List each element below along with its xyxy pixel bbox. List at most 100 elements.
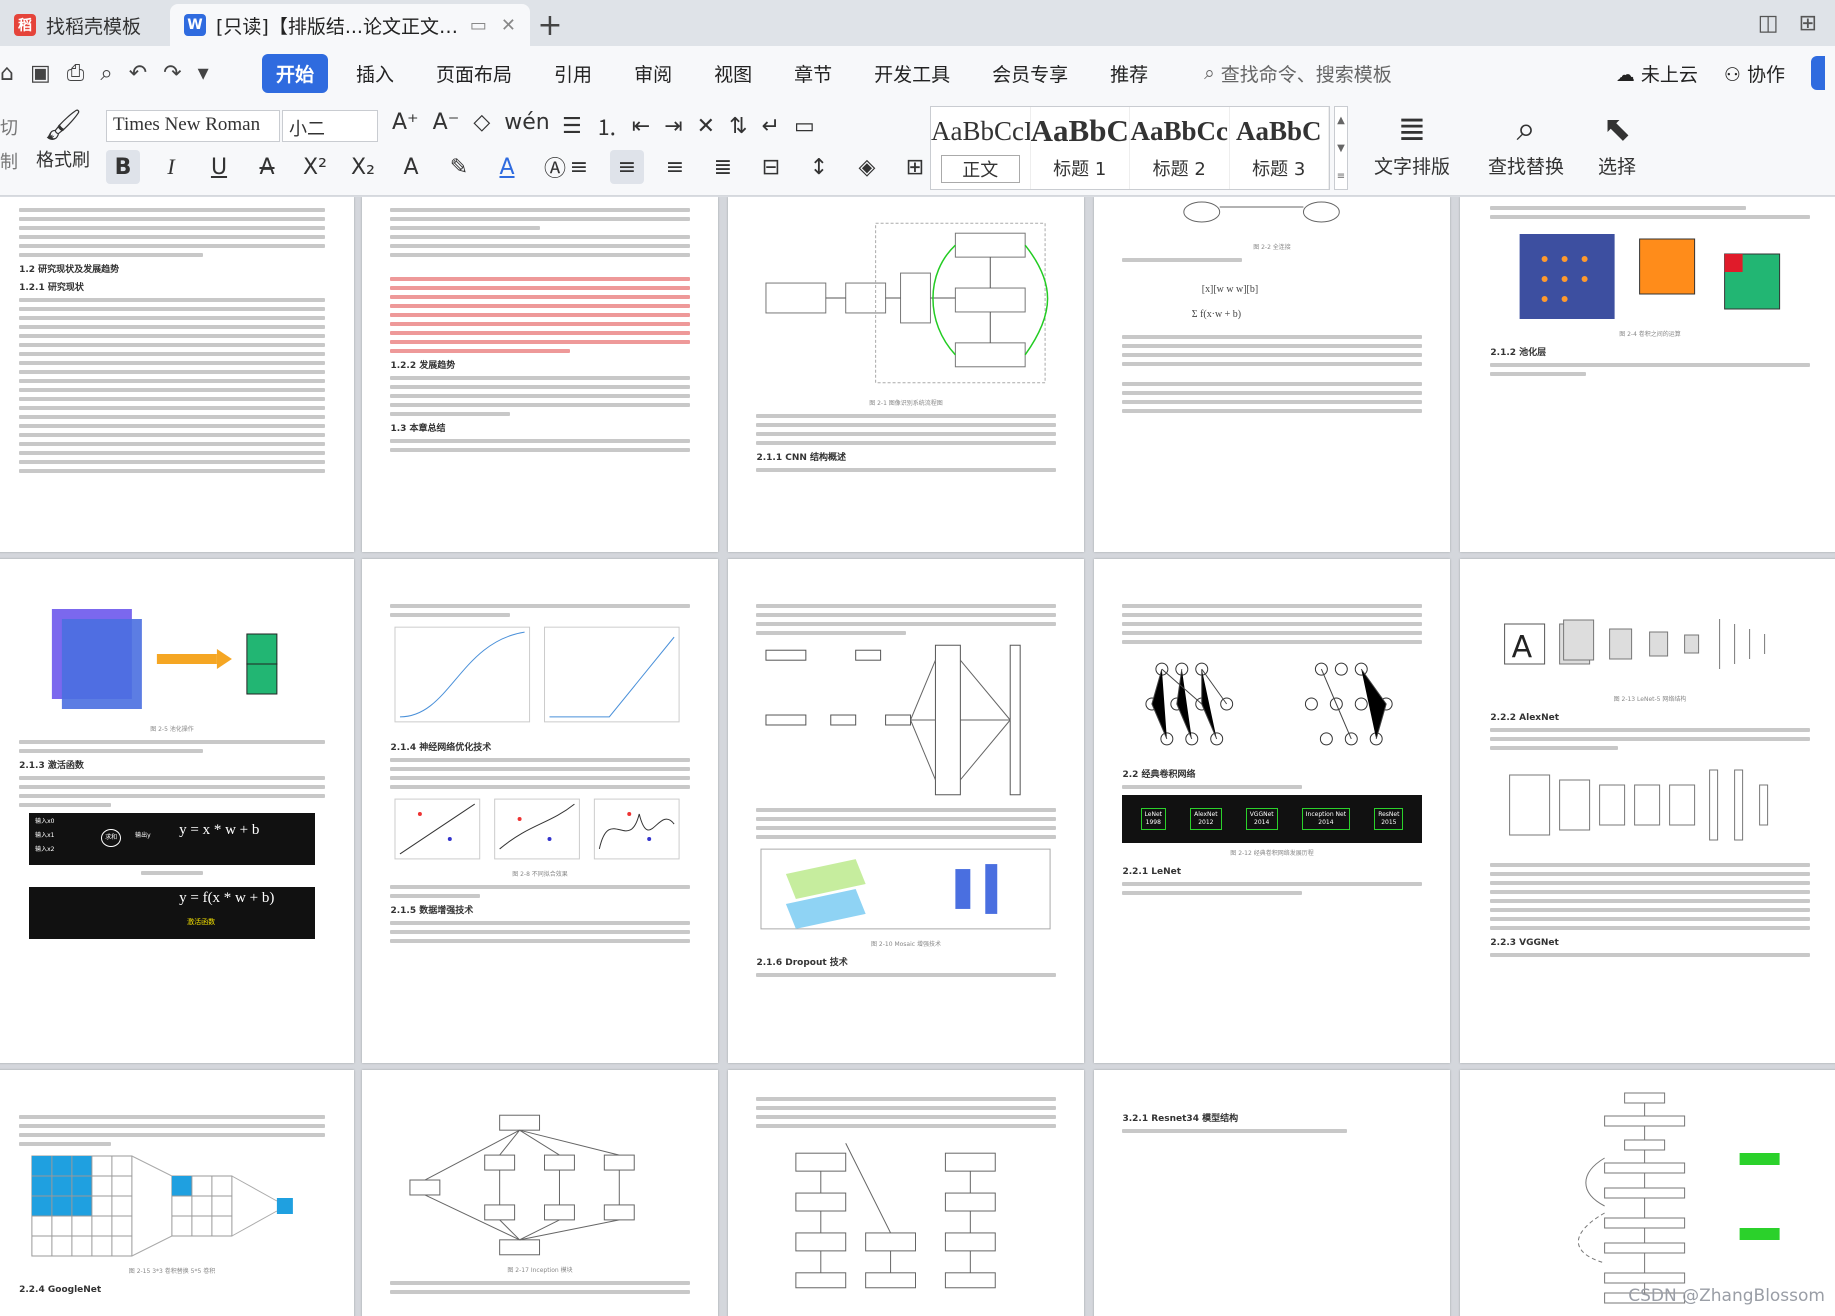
decrease-indent-icon[interactable]: ⇤	[632, 114, 650, 139]
menu-chapter[interactable]: 章节	[780, 54, 846, 93]
menu-member[interactable]: 会员专享	[978, 54, 1082, 93]
clear-format-icon[interactable]: ◇	[473, 110, 490, 135]
select-button[interactable]: ⬉ 选择	[1582, 106, 1652, 179]
highlight-icon[interactable]: ✎	[442, 150, 476, 184]
page-thumbnail[interactable]: 2.1.4 神经网络优化技术 图 2-8 不同拟合效果 2.1.5 数据增强技术	[362, 559, 718, 1063]
page-thumbnail[interactable]: 图 2-17 Inception 模块	[362, 1070, 718, 1316]
input-label: 输入x0	[35, 818, 55, 825]
more-icon[interactable]: ▾	[198, 61, 209, 86]
redo-icon[interactable]: ↷	[163, 61, 181, 86]
subscript-icon[interactable]: X₂	[346, 150, 380, 184]
sort-icon[interactable]: ⇅	[729, 114, 747, 139]
page-thumbnail[interactable]: 图 2-1 图像识别系统流程图 2.1.1 CNN 结构概述	[728, 197, 1084, 552]
line-spacing-icon[interactable]: ↕	[802, 150, 836, 184]
section-heading: 1.2 研究现状及发展趋势	[19, 265, 120, 275]
superscript-icon[interactable]: X²	[298, 150, 332, 184]
style-gallery-scroll[interactable]: ▲ ▼ ≡	[1334, 106, 1348, 190]
style-heading-3[interactable]: AaBbC 标题 3	[1230, 107, 1329, 189]
find-replace-button[interactable]: ⌕ 查找替换	[1478, 106, 1574, 179]
shading-icon[interactable]: ◈	[850, 150, 884, 184]
style-sample: AaBbCcDd	[931, 116, 1030, 146]
show-marks-icon[interactable]: ↵	[762, 114, 780, 139]
document-workspace[interactable]: 1.2 研究现状及发展趋势 1.2.1 研究现状 1.2.2 发展趋势 1.3 …	[0, 197, 1835, 1316]
tab-docer[interactable]: 稻 找稻壳模板	[0, 4, 170, 46]
numbered-list-icon[interactable]: ⒈	[596, 110, 618, 142]
tab-document[interactable]: W [只读]【排版结...论文正文3.22 ▭ ✕	[170, 4, 530, 46]
preview-icon[interactable]: ⌕	[100, 61, 112, 86]
italic-icon[interactable]: I	[154, 150, 188, 184]
menu-developer[interactable]: 开发工具	[860, 54, 964, 93]
share-button[interactable]	[1811, 56, 1825, 90]
text-layout-button[interactable]: ≣ 文字排版	[1362, 106, 1462, 179]
page-thumbnail[interactable]: 图 2-5 池化操作 2.1.3 激活函数 输入x0 输入x1 输入x2 求和 …	[0, 559, 354, 1063]
strikethrough-icon[interactable]: A	[250, 150, 284, 184]
grid-icon[interactable]: ⊞	[1799, 11, 1817, 36]
close-tab-icon[interactable]: ✕	[501, 15, 516, 36]
chinese-layout-icon[interactable]: ✕	[697, 114, 715, 139]
format-painter-button[interactable]: 🖌 格式刷	[30, 106, 96, 172]
section-heading: 2.2.2 AlexNet	[1490, 713, 1560, 723]
align-left-icon[interactable]: ≡	[562, 150, 596, 184]
menu-view[interactable]: 视图	[700, 54, 766, 93]
text-effect-icon[interactable]: A	[394, 150, 428, 184]
figure-caption: 图 2-4 卷积之间的运算	[1619, 331, 1681, 338]
distribute-icon[interactable]: ⊟	[754, 150, 788, 184]
mosaic-figure	[760, 848, 1052, 930]
command-search[interactable]: ⌕ 查找命令、搜索模板	[1204, 60, 1392, 87]
borders-icon[interactable]: ⊞	[898, 150, 932, 184]
new-tab-button[interactable]: +	[530, 4, 570, 46]
page-thumbnail[interactable]	[728, 1070, 1084, 1316]
ribbon-toolbar: 切 制 🖌 格式刷 Times New Roman 小二 A⁺ A⁻ ◇ wén…	[0, 100, 1835, 196]
bullet-list-icon[interactable]: ☰	[562, 114, 582, 139]
open-icon[interactable]: ⌂	[0, 61, 14, 86]
cloud-status[interactable]: ☁ 未上云	[1616, 60, 1698, 87]
ruler-icon[interactable]: ▭	[794, 114, 815, 139]
page-thumbnail[interactable]: 3.2.1 Resnet34 模型结构	[1094, 1070, 1450, 1316]
screen-icon[interactable]: ▭	[470, 15, 487, 36]
style-heading-2[interactable]: AaBbCc 标题 2	[1130, 107, 1230, 189]
font-size-select[interactable]: 小二	[282, 110, 378, 142]
grow-font-icon[interactable]: A⁺	[392, 110, 419, 135]
page-thumbnail[interactable]: 1.2 研究现状及发展趋势 1.2.1 研究现状	[0, 197, 354, 552]
menu-page-layout[interactable]: 页面布局	[422, 54, 526, 93]
page-thumbnail[interactable]: A 图 2-13 LeNet-5 网络结构 2.2.2 AlexNet 2.2.…	[1460, 559, 1835, 1063]
page-thumbnail[interactable]: 1.2.2 发展趋势 1.3 本章总结	[362, 197, 718, 552]
align-right-icon[interactable]: ≡	[658, 150, 692, 184]
cut-button[interactable]: 切	[0, 112, 24, 146]
linear-formula: y = x * w + b	[179, 822, 260, 838]
style-name: 标题 3	[1252, 159, 1306, 180]
page-thumbnail[interactable]: 图 2-2 全连接 [x][w w w][b] Σ f(x·w + b)	[1094, 197, 1450, 552]
style-heading-1[interactable]: AaBbC 标题 1	[1031, 107, 1130, 189]
page-thumbnail[interactable]	[1460, 1070, 1835, 1316]
print-icon[interactable]: ⎙	[67, 61, 85, 86]
format-painter-label: 格式刷	[36, 150, 90, 171]
save-icon[interactable]: ▣	[30, 61, 51, 86]
model-name: ResNet	[1378, 811, 1400, 818]
menu-references[interactable]: 引用	[540, 54, 606, 93]
style-normal[interactable]: AaBbCcDd 正文	[931, 107, 1031, 189]
layout-icon[interactable]: ◫	[1758, 11, 1779, 36]
font-name-select[interactable]: Times New Roman	[106, 110, 280, 142]
copy-button[interactable]: 制	[0, 146, 24, 180]
pooling-figure	[52, 609, 278, 709]
pinyin-icon[interactable]: wén	[504, 110, 549, 135]
font-color-icon[interactable]: A	[490, 150, 524, 184]
undo-icon[interactable]: ↶	[129, 61, 147, 86]
menu-insert[interactable]: 插入	[342, 54, 408, 93]
shrink-font-icon[interactable]: A⁻	[433, 110, 460, 135]
align-center-icon[interactable]: ≡	[610, 150, 644, 184]
activation-label: 激活函数	[187, 918, 216, 926]
collab-button[interactable]: ⚇ 协作	[1724, 60, 1785, 87]
increase-indent-icon[interactable]: ⇥	[664, 114, 682, 139]
search-placeholder: 查找命令、搜索模板	[1220, 63, 1392, 86]
page-thumbnail[interactable]: 图 2-4 卷积之间的运算 2.1.2 池化层	[1460, 197, 1835, 552]
menu-start[interactable]: 开始	[262, 53, 329, 93]
menu-review[interactable]: 审阅	[620, 54, 686, 93]
page-thumbnail[interactable]: 图 2-15 3*3 卷积替换 5*5 卷积 2.2.4 GoogleNet	[0, 1070, 354, 1316]
page-thumbnail[interactable]: 图 2-10 Mosaic 增强技术 2.1.6 Dropout 技术	[728, 559, 1084, 1063]
page-thumbnail[interactable]: 2.2 经典卷积网络 LeNet 1998 AlexNet 2012 VGGNet 2…	[1094, 559, 1450, 1063]
menu-recommend[interactable]: 推荐	[1096, 54, 1162, 93]
bold-icon[interactable]: B	[106, 150, 140, 184]
justify-icon[interactable]: ≣	[706, 150, 740, 184]
underline-icon[interactable]: U	[202, 150, 236, 184]
